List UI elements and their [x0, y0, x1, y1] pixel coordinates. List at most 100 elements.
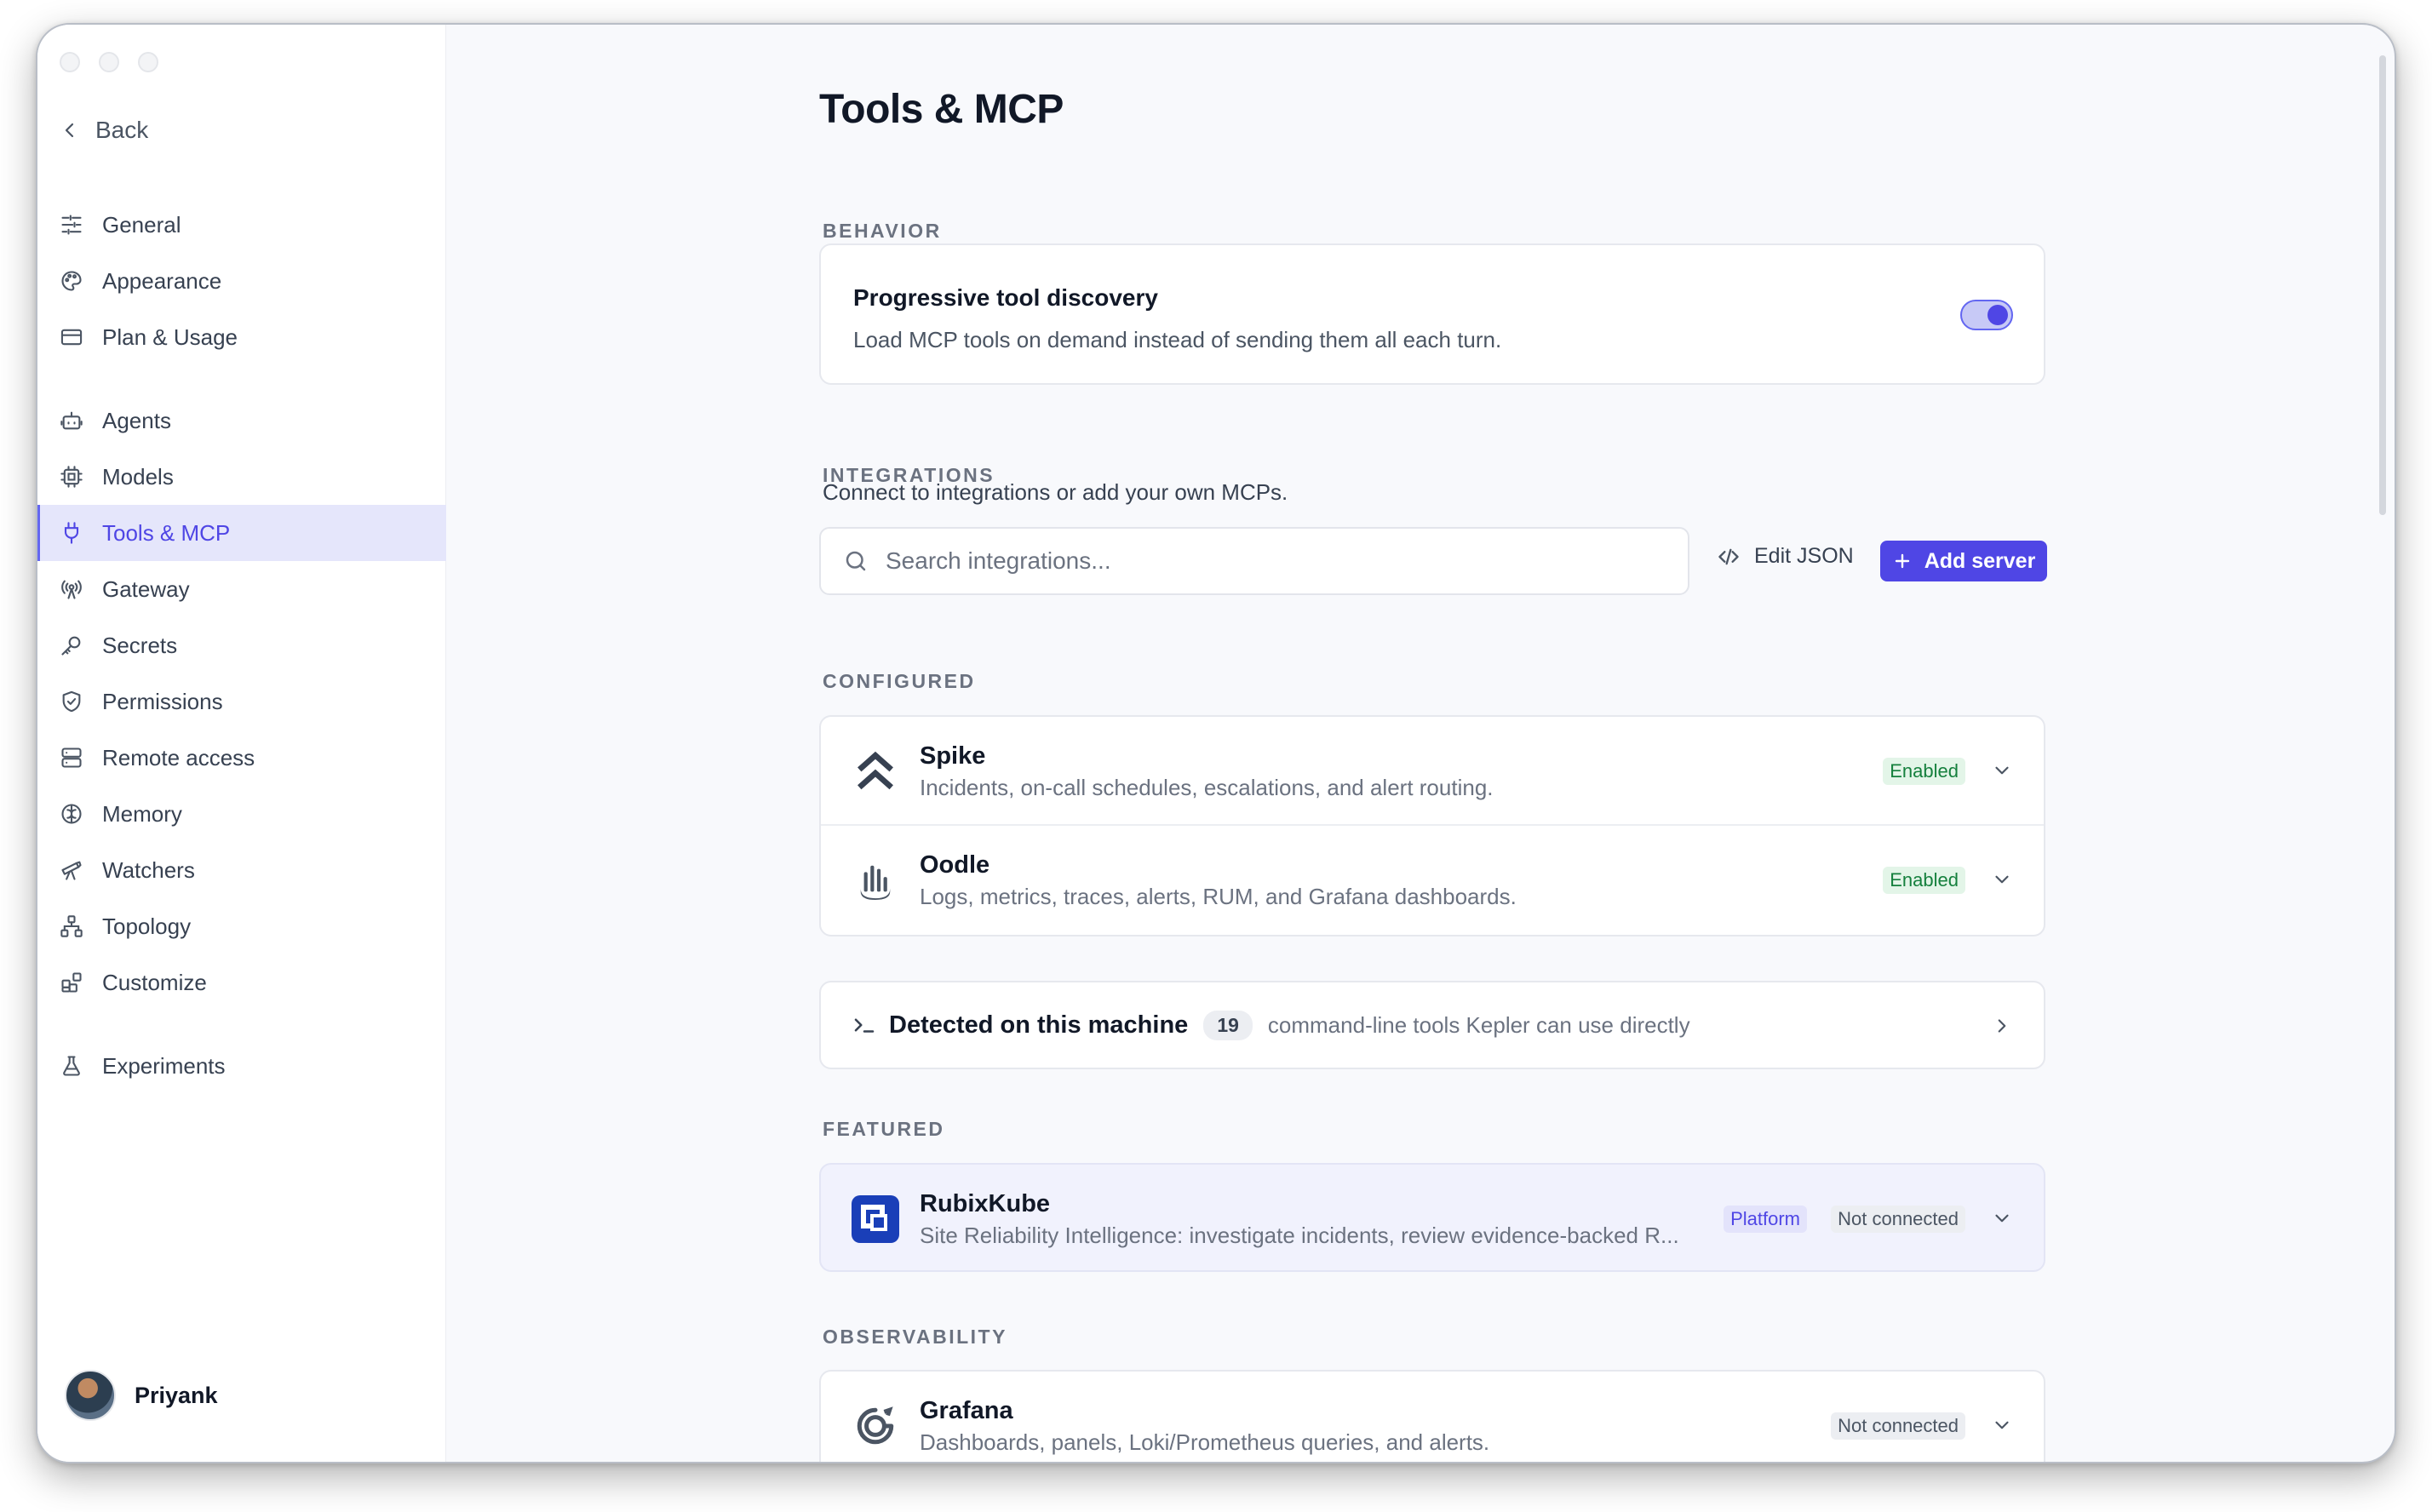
search-icon — [846, 551, 866, 571]
sidebar-item-customize[interactable]: Customize — [37, 954, 446, 1011]
settings-nav: General Appearance Plan & Usage Agents M… — [37, 197, 446, 1094]
detected-tools-row[interactable]: Detected on this machine 19 command-line… — [819, 981, 2045, 1069]
sidebar-item-gateway[interactable]: Gateway — [37, 561, 446, 617]
integration-name: Oodle — [920, 851, 990, 879]
section-label-observability: OBSERVABILITY — [823, 1326, 1007, 1348]
sidebar-item-plan-usage[interactable]: Plan & Usage — [37, 309, 446, 365]
list-item[interactable]: RubixKube Site Reliability Intelligence:… — [821, 1165, 2044, 1270]
list-item[interactable]: Grafana Dashboards, panels, Loki/Prometh… — [821, 1372, 2044, 1462]
flask-icon — [63, 1056, 80, 1076]
section-label-configured: CONFIGURED — [823, 670, 976, 692]
progressive-discovery-toggle[interactable] — [1960, 300, 2013, 330]
sidebar-item-label: Models — [102, 463, 174, 490]
shield-check-icon — [62, 690, 81, 713]
sidebar-item-experiments[interactable]: Experiments — [37, 1038, 446, 1094]
sidebar-item-label: Watchers — [102, 856, 195, 883]
add-server-button[interactable]: Add server — [1880, 541, 2047, 581]
edit-json-button[interactable]: Edit JSON — [1717, 544, 1854, 569]
section-label-behavior: BEHAVIOR — [823, 220, 942, 242]
sidebar-item-label: Remote access — [102, 744, 255, 770]
credit-card-icon — [60, 329, 83, 346]
sliders-icon — [61, 215, 82, 235]
terminal-icon — [854, 1018, 875, 1033]
integration-description: Logs, metrics, traces, alerts, RUM, and … — [920, 884, 1517, 909]
sidebar-item-label: Agents — [102, 407, 171, 433]
brain-icon — [61, 804, 82, 824]
main-content: Tools & MCP BEHAVIOR Progressive tool di… — [446, 25, 2395, 1462]
chevron-down-icon[interactable] — [1991, 1414, 2013, 1436]
sidebar-item-permissions[interactable]: Permissions — [37, 673, 446, 730]
user-name: Priyank — [135, 1382, 218, 1408]
sidebar-item-general[interactable]: General — [37, 197, 446, 253]
radio-tower-icon — [61, 580, 82, 599]
chevron-down-icon[interactable] — [1991, 759, 2013, 782]
chevron-down-icon[interactable] — [1991, 868, 2013, 891]
integration-description: Site Reliability Intelligence: investiga… — [920, 1223, 1679, 1248]
sidebar-item-remote-access[interactable]: Remote access — [37, 730, 446, 786]
integration-description: Incidents, on-call schedules, escalation… — [920, 775, 1494, 800]
sidebar-item-label: Memory — [102, 800, 182, 827]
list-item[interactable]: Spike Incidents, on-call schedules, esca… — [821, 717, 2044, 826]
detected-title: Detected on this machine — [889, 1011, 1189, 1039]
rubixkube-logo-icon — [852, 1195, 899, 1243]
sidebar-item-label: Secrets — [102, 632, 178, 658]
sidebar-item-secrets[interactable]: Secrets — [37, 617, 446, 673]
integration-name: Grafana — [920, 1397, 1013, 1424]
plug-icon — [64, 522, 79, 544]
integrations-description: Connect to integrations or add your own … — [823, 479, 1288, 505]
integration-name: Spike — [920, 742, 986, 770]
sidebar-item-label: Gateway — [102, 576, 190, 602]
behavior-card: Progressive tool discovery Load MCP tool… — [819, 243, 2045, 385]
palette-icon — [61, 271, 82, 291]
maximize-window-button[interactable] — [138, 52, 158, 72]
sidebar-item-label: Experiments — [102, 1052, 226, 1079]
featured-list: RubixKube Site Reliability Intelligence:… — [819, 1163, 2045, 1272]
blocks-icon — [61, 972, 82, 993]
minimize-window-button[interactable] — [99, 52, 119, 72]
detected-description: command-line tools Kepler can use direct… — [1267, 1011, 1690, 1038]
sidebar-item-watchers[interactable]: Watchers — [37, 842, 446, 898]
key-icon — [61, 636, 81, 656]
window-controls — [60, 52, 158, 72]
back-button[interactable]: Back — [60, 117, 148, 144]
oodle-logo-icon — [852, 856, 899, 904]
cpu-icon — [60, 466, 83, 488]
chevron-right-icon — [1998, 1019, 2006, 1033]
sidebar-item-tools-mcp[interactable]: Tools & MCP — [37, 505, 446, 561]
configured-list: Spike Incidents, on-call schedules, esca… — [819, 715, 2045, 936]
section-label-featured: FEATURED — [823, 1118, 945, 1140]
sidebar: Back General Appearance Plan & Usage Age… — [37, 25, 446, 1462]
plus-icon — [1895, 553, 1909, 569]
status-badge: Not connected — [1831, 1206, 1965, 1233]
sidebar-item-agents[interactable]: Agents — [37, 392, 446, 449]
edit-json-label: Edit JSON — [1754, 544, 1854, 568]
sidebar-item-label: Topology — [102, 913, 192, 939]
platform-badge: Platform — [1724, 1206, 1807, 1233]
setting-description: Load MCP tools on demand instead of send… — [853, 327, 1502, 352]
telescope-icon — [61, 861, 82, 880]
close-window-button[interactable] — [60, 52, 80, 72]
status-badge: Enabled — [1883, 867, 1965, 894]
list-item[interactable]: Oodle Logs, metrics, traces, alerts, RUM… — [821, 826, 2044, 935]
avatar — [65, 1370, 116, 1421]
grafana-logo-icon — [852, 1402, 899, 1450]
server-icon — [61, 747, 82, 768]
sidebar-item-appearance[interactable]: Appearance — [37, 253, 446, 309]
user-profile[interactable]: Priyank — [65, 1370, 218, 1421]
integration-description: Dashboards, panels, Loki/Prometheus quer… — [920, 1429, 1490, 1455]
page-title: Tools & MCP — [819, 87, 1064, 132]
sidebar-item-models[interactable]: Models — [37, 449, 446, 505]
chevron-down-icon[interactable] — [1991, 1207, 2013, 1229]
observability-list: Grafana Dashboards, panels, Loki/Prometh… — [819, 1370, 2045, 1462]
sidebar-item-memory[interactable]: Memory — [37, 786, 446, 842]
search-input[interactable] — [886, 547, 1652, 575]
detected-count-badge: 19 — [1203, 1010, 1253, 1040]
sidebar-item-label: Customize — [102, 969, 207, 995]
search-integrations-box[interactable] — [819, 527, 1689, 595]
sidebar-item-topology[interactable]: Topology — [37, 898, 446, 954]
status-badge: Not connected — [1831, 1412, 1965, 1440]
scrollbar[interactable] — [2379, 55, 2386, 515]
code-icon — [1718, 548, 1739, 564]
sidebar-item-label: Plan & Usage — [102, 324, 238, 350]
